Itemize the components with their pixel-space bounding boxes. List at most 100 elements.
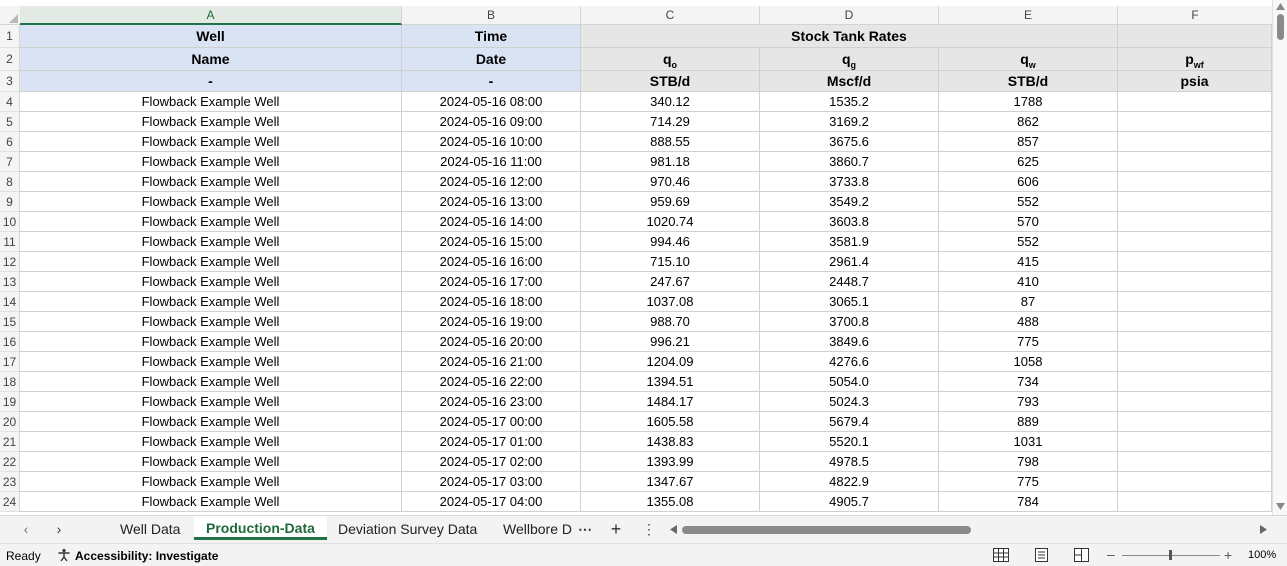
table-cell[interactable]: 981.18 xyxy=(581,152,760,172)
table-cell[interactable]: 3603.8 xyxy=(760,212,939,232)
table-cell[interactable]: 3065.1 xyxy=(760,292,939,312)
table-cell[interactable] xyxy=(1118,492,1272,512)
table-cell[interactable]: 3549.2 xyxy=(760,192,939,212)
table-cell[interactable]: Flowback Example Well xyxy=(20,192,402,212)
table-cell[interactable]: 1204.09 xyxy=(581,352,760,372)
unit-e[interactable]: STB/d xyxy=(939,71,1118,92)
row-header-12[interactable]: 12 xyxy=(0,252,20,272)
header-stock-tank-rates[interactable]: Stock Tank Rates xyxy=(581,25,1118,48)
row-header-10[interactable]: 10 xyxy=(0,212,20,232)
next-sheet-icon[interactable]: › xyxy=(49,516,69,543)
table-cell[interactable]: 2024-05-17 04:00 xyxy=(402,492,581,512)
table-cell[interactable]: 2024-05-17 01:00 xyxy=(402,432,581,452)
row-header-15[interactable]: 15 xyxy=(0,312,20,332)
table-cell[interactable]: 1438.83 xyxy=(581,432,760,452)
row-header-18[interactable]: 18 xyxy=(0,372,20,392)
table-cell[interactable] xyxy=(1118,432,1272,452)
header-date[interactable]: Date xyxy=(402,48,581,71)
table-cell[interactable]: 3849.6 xyxy=(760,332,939,352)
table-cell[interactable] xyxy=(1118,392,1272,412)
table-cell[interactable]: 1355.08 xyxy=(581,492,760,512)
row-header-19[interactable]: 19 xyxy=(0,392,20,412)
table-cell[interactable]: Flowback Example Well xyxy=(20,252,402,272)
unit-a[interactable]: - xyxy=(20,71,402,92)
table-cell[interactable] xyxy=(1118,172,1272,192)
header-qg[interactable]: qg xyxy=(760,48,939,71)
table-cell[interactable]: 2024-05-16 21:00 xyxy=(402,352,581,372)
table-cell[interactable]: 1788 xyxy=(939,92,1118,112)
row-header-13[interactable]: 13 xyxy=(0,272,20,292)
table-cell[interactable]: 552 xyxy=(939,232,1118,252)
row-header-9[interactable]: 9 xyxy=(0,192,20,212)
row-header-23[interactable]: 23 xyxy=(0,472,20,492)
header-pwf[interactable]: pwf xyxy=(1118,48,1272,71)
table-cell[interactable]: Flowback Example Well xyxy=(20,352,402,372)
row-header-20[interactable]: 20 xyxy=(0,412,20,432)
table-cell[interactable]: Flowback Example Well xyxy=(20,452,402,472)
table-cell[interactable]: 3860.7 xyxy=(760,152,939,172)
table-cell[interactable]: 4905.7 xyxy=(760,492,939,512)
table-cell[interactable]: 3733.8 xyxy=(760,172,939,192)
vertical-scroll-thumb[interactable] xyxy=(1277,14,1284,40)
table-cell[interactable]: 775 xyxy=(939,332,1118,352)
table-cell[interactable]: Flowback Example Well xyxy=(20,412,402,432)
table-cell[interactable] xyxy=(1118,372,1272,392)
page-break-preview-icon[interactable] xyxy=(1074,548,1089,565)
tab-production-data[interactable]: Production-Data xyxy=(194,516,327,540)
table-cell[interactable]: Flowback Example Well xyxy=(20,492,402,512)
table-cell[interactable]: 2024-05-16 11:00 xyxy=(402,152,581,172)
table-cell[interactable]: 4276.6 xyxy=(760,352,939,372)
table-cell[interactable] xyxy=(1118,272,1272,292)
table-cell[interactable]: Flowback Example Well xyxy=(20,112,402,132)
table-cell[interactable]: 247.67 xyxy=(581,272,760,292)
table-cell[interactable]: 1037.08 xyxy=(581,292,760,312)
table-cell[interactable]: 2024-05-16 17:00 xyxy=(402,272,581,292)
table-cell[interactable]: 3169.2 xyxy=(760,112,939,132)
table-cell[interactable]: 2024-05-17 03:00 xyxy=(402,472,581,492)
table-cell[interactable]: 970.46 xyxy=(581,172,760,192)
table-cell[interactable]: 798 xyxy=(939,452,1118,472)
table-cell[interactable]: 1031 xyxy=(939,432,1118,452)
table-cell[interactable]: 2024-05-16 23:00 xyxy=(402,392,581,412)
scroll-right-icon[interactable] xyxy=(1260,525,1267,534)
tab-wellbore-data[interactable]: Wellbore D xyxy=(491,516,579,543)
table-cell[interactable] xyxy=(1118,192,1272,212)
table-cell[interactable]: 888.55 xyxy=(581,132,760,152)
table-cell[interactable]: 3581.9 xyxy=(760,232,939,252)
table-cell[interactable]: 5520.1 xyxy=(760,432,939,452)
table-cell[interactable]: 4822.9 xyxy=(760,472,939,492)
table-cell[interactable] xyxy=(1118,212,1272,232)
table-cell[interactable] xyxy=(1118,152,1272,172)
accessibility-status[interactable]: Accessibility: Investigate xyxy=(75,549,218,563)
table-cell[interactable]: 2961.4 xyxy=(760,252,939,272)
row-header-11[interactable]: 11 xyxy=(0,232,20,252)
column-header-a[interactable]: A xyxy=(20,6,402,25)
row-header-3[interactable]: 3 xyxy=(0,71,20,92)
table-cell[interactable]: 2024-05-16 19:00 xyxy=(402,312,581,332)
header-well[interactable]: Well xyxy=(20,25,402,48)
table-cell[interactable]: 2024-05-16 22:00 xyxy=(402,372,581,392)
header-f1[interactable] xyxy=(1118,25,1272,48)
row-header-6[interactable]: 6 xyxy=(0,132,20,152)
table-cell[interactable]: 959.69 xyxy=(581,192,760,212)
zoom-in-icon[interactable]: + xyxy=(1224,547,1232,563)
table-cell[interactable]: 715.10 xyxy=(581,252,760,272)
table-cell[interactable]: 1605.58 xyxy=(581,412,760,432)
prev-sheet-icon[interactable]: ‹ xyxy=(16,516,36,543)
table-cell[interactable]: Flowback Example Well xyxy=(20,92,402,112)
table-cell[interactable]: Flowback Example Well xyxy=(20,332,402,352)
page-layout-icon[interactable] xyxy=(1034,548,1049,565)
table-cell[interactable] xyxy=(1118,232,1272,252)
column-header-f[interactable]: F xyxy=(1118,6,1272,25)
table-cell[interactable]: Flowback Example Well xyxy=(20,132,402,152)
table-cell[interactable]: 988.70 xyxy=(581,312,760,332)
table-cell[interactable]: Flowback Example Well xyxy=(20,372,402,392)
table-cell[interactable]: 994.46 xyxy=(581,232,760,252)
row-header-17[interactable]: 17 xyxy=(0,352,20,372)
row-header-16[interactable]: 16 xyxy=(0,332,20,352)
table-cell[interactable]: 4978.5 xyxy=(760,452,939,472)
header-time[interactable]: Time xyxy=(402,25,581,48)
table-cell[interactable]: 784 xyxy=(939,492,1118,512)
table-cell[interactable] xyxy=(1118,332,1272,352)
table-cell[interactable] xyxy=(1118,252,1272,272)
